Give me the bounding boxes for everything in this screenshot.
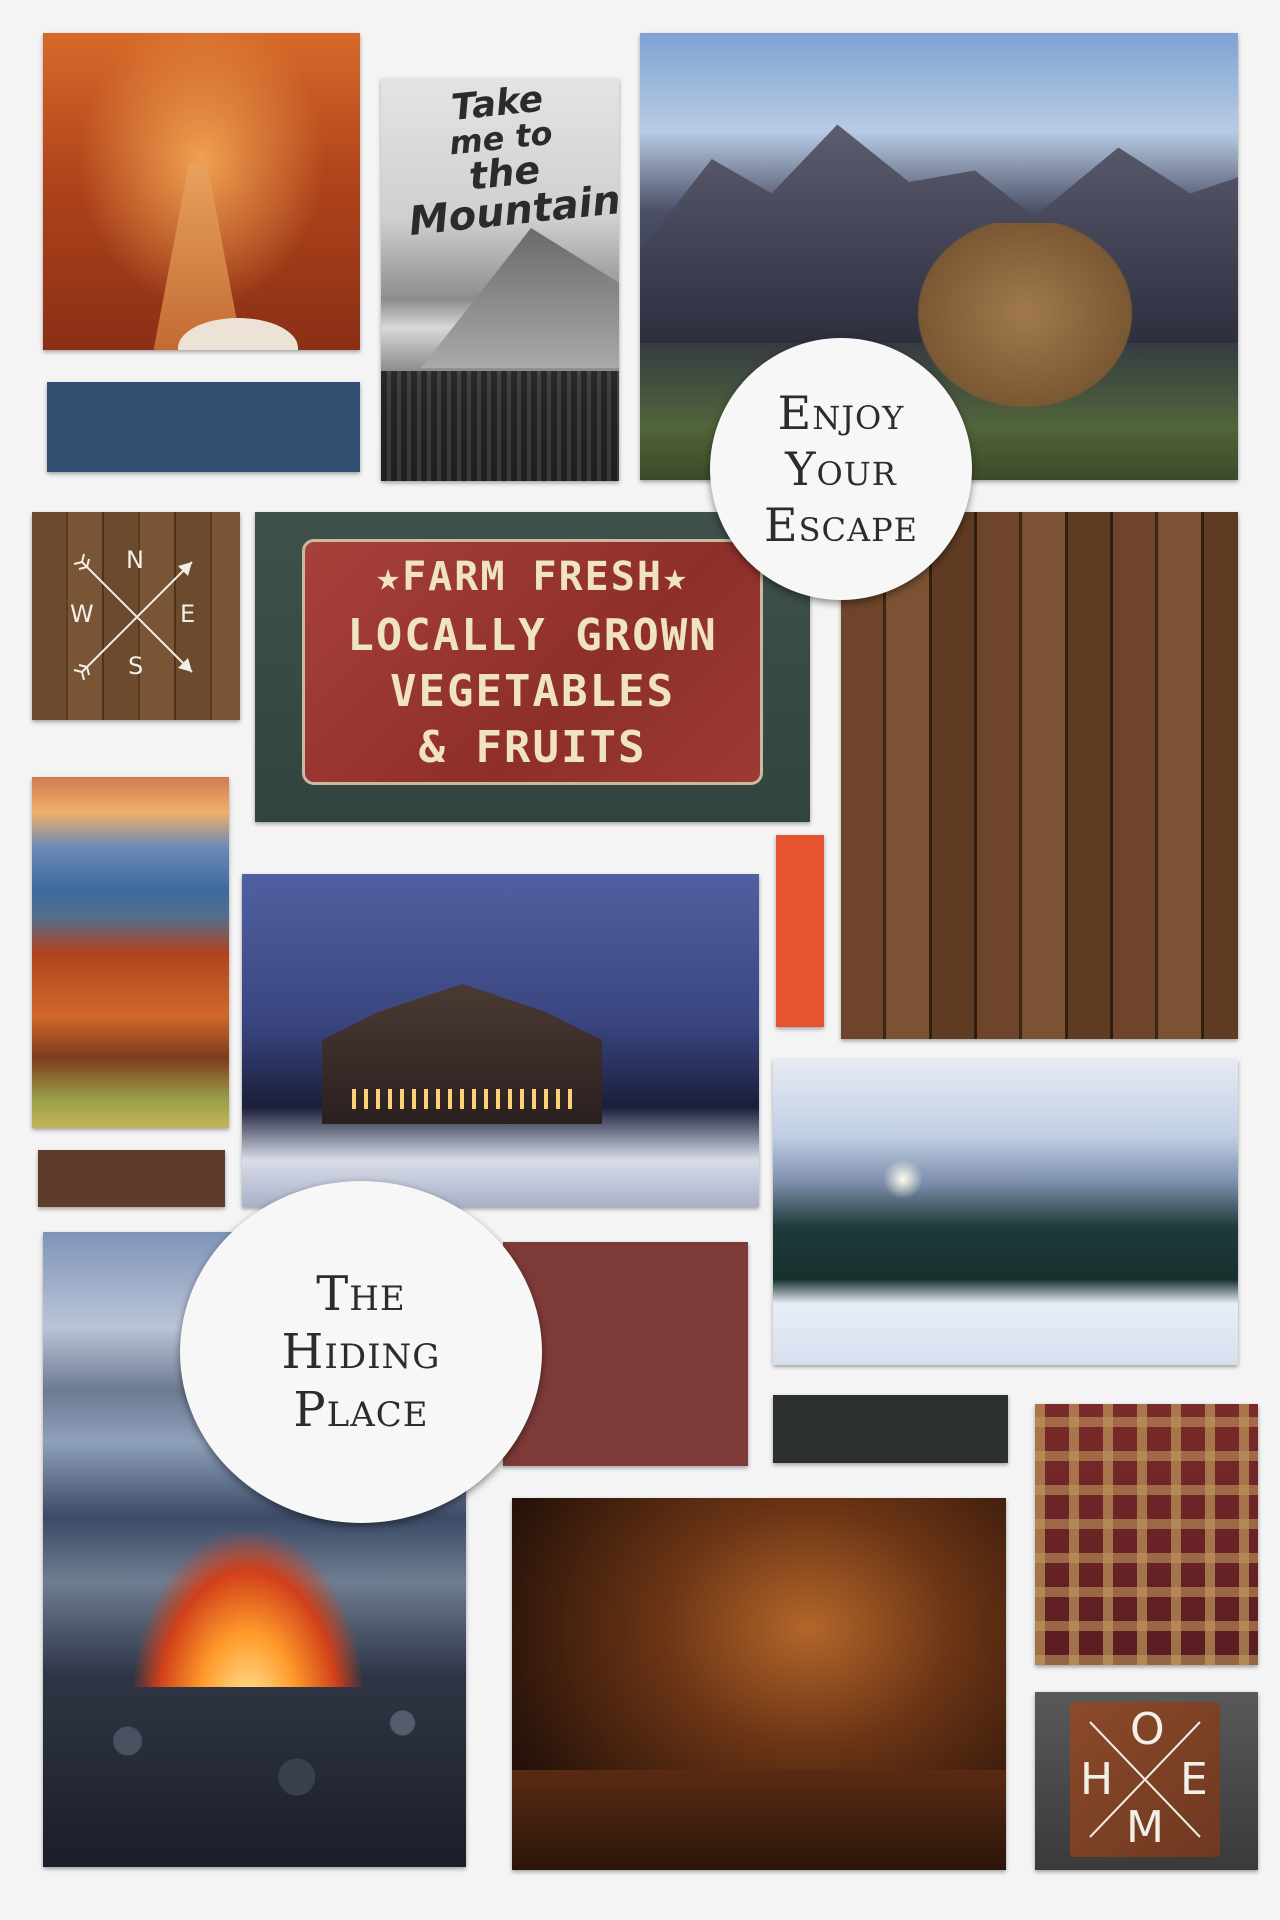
home-letter-e: E <box>1180 1754 1208 1805</box>
home-sign-board: O H E M <box>1070 1702 1220 1857</box>
brown-color-swatch <box>38 1150 225 1207</box>
wood-floor <box>512 1770 1006 1870</box>
farm-sign-line-3: VEGETABLES <box>390 666 675 717</box>
compass-arrows-wood-sign: N S E W <box>32 512 240 720</box>
farm-fresh-sign-photo: ★FARM FRESH★ LOCALLY GROWN VEGETABLES & … <box>255 512 810 822</box>
compass-west-label: W <box>70 600 94 628</box>
blue-color-swatch <box>47 382 360 472</box>
hiding-line-2: Hiding <box>281 1324 441 1380</box>
poster-script-text: Take me to the Mountains <box>396 78 619 245</box>
compass-north-label: N <box>126 546 144 574</box>
home-letter-m: M <box>1126 1802 1164 1853</box>
escape-line-3: Escape <box>764 498 918 552</box>
autumn-valley-photo <box>32 777 229 1128</box>
compass-south-label: S <box>128 652 144 680</box>
autumn-trail-photo <box>43 33 360 350</box>
take-me-to-the-mountains-poster: Take me to the Mountains <box>381 78 619 481</box>
plaid-blanket-photo <box>1035 1404 1258 1665</box>
orange-color-swatch <box>776 835 824 1027</box>
compass-east-label: E <box>180 600 196 628</box>
farm-sign-board: ★FARM FRESH★ LOCALLY GROWN VEGETABLES & … <box>302 539 763 785</box>
escape-line-2: Your <box>785 442 897 496</box>
home-letter-o: O <box>1130 1704 1165 1755</box>
beach-rocks <box>43 1687 466 1867</box>
the-hiding-place-badge: The Hiding Place <box>180 1181 542 1523</box>
enjoy-your-escape-badge: Enjoy Your Escape <box>710 338 972 600</box>
charcoal-color-swatch <box>773 1395 1008 1463</box>
home-letter-h: H <box>1080 1754 1114 1805</box>
wood-planks-texture <box>841 512 1238 1039</box>
farm-sign-line-1: ★FARM FRESH★ <box>376 554 689 600</box>
poster-mountain-peak <box>421 228 619 368</box>
farm-sign-line-4: & FRUITS <box>418 722 647 773</box>
escape-line-1: Enjoy <box>777 386 905 440</box>
poster-forest <box>381 371 619 481</box>
home-wood-sign: O H E M <box>1035 1692 1258 1870</box>
compass-arrows-icon <box>73 553 193 681</box>
hiding-line-3: Place <box>293 1382 429 1438</box>
farm-sign-line-2: LOCALLY GROWN <box>347 610 718 661</box>
cabin-string-lights <box>352 1089 572 1109</box>
hiding-line-1: The <box>316 1266 406 1322</box>
sunburst <box>883 1159 923 1199</box>
snowy-forest-photo <box>773 1059 1238 1365</box>
cabin-at-night-photo <box>242 874 759 1207</box>
cabin-interior-photo <box>512 1498 1006 1870</box>
